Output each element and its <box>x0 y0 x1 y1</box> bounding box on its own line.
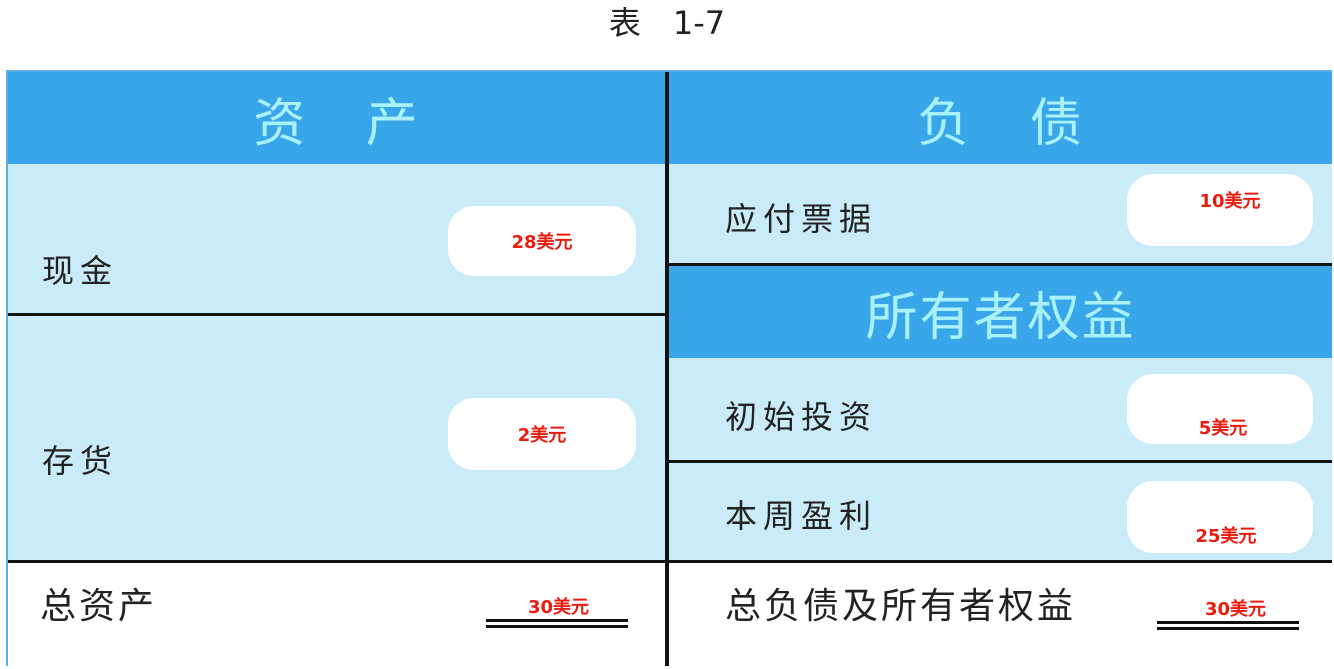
weekly-profit-amount: 25美元 <box>1195 526 1257 547</box>
notes-payable-amount-pill: 10美元 <box>1127 174 1313 246</box>
equity-header-cell: 所有者权益 <box>669 266 1332 358</box>
total-liabilities-equity-double-underline <box>1157 621 1299 630</box>
balance-sheet-figure: 表 1-7 资 产 现金 28美元 存货 2美元 总资产 30美元 负 债 应付… <box>0 0 1334 669</box>
assets-header: 资 产 <box>253 93 420 154</box>
assets-total-row: 总资产 30美元 <box>8 563 665 666</box>
notes-payable-label: 应付票据 <box>725 200 878 238</box>
right-total-row: 总负债及所有者权益 30美元 <box>669 563 1332 666</box>
inventory-amount-pill: 2美元 <box>448 398 636 470</box>
initial-investment-label: 初始投资 <box>725 398 878 436</box>
total-assets-amount: 30美元 <box>528 597 590 618</box>
total-liabilities-equity-label: 总负债及所有者权益 <box>725 586 1077 627</box>
liabilities-header: 负 债 <box>917 93 1084 154</box>
initial-investment-amount-pill: 5美元 <box>1127 374 1313 444</box>
assets-row-inventory: 存货 2美元 <box>8 316 665 560</box>
total-assets-double-underline <box>486 619 628 628</box>
equity-header: 所有者权益 <box>865 287 1136 348</box>
table-caption: 表 1-7 <box>608 4 726 42</box>
assets-row-cash: 现金 28美元 <box>8 164 665 314</box>
assets-header-cell: 资 产 <box>8 72 665 164</box>
cash-amount: 28美元 <box>511 232 573 253</box>
weekly-profit-amount-pill: 25美元 <box>1127 481 1313 553</box>
liabilities-header-cell: 负 债 <box>669 72 1332 164</box>
initial-investment-amount: 5美元 <box>1198 418 1248 439</box>
total-liabilities-equity-amount: 30美元 <box>1205 599 1267 620</box>
inventory-amount: 2美元 <box>517 425 567 446</box>
weekly-profit-label: 本周盈利 <box>725 497 878 535</box>
balance-sheet-table: 资 产 现金 28美元 存货 2美元 总资产 30美元 负 债 应付票据 10美… <box>6 70 1332 666</box>
total-assets-label: 总资产 <box>40 586 158 627</box>
cash-label: 现金 <box>42 252 119 290</box>
cash-amount-pill: 28美元 <box>448 206 636 276</box>
notes-payable-amount: 10美元 <box>1199 191 1261 212</box>
inventory-label: 存货 <box>42 442 119 480</box>
equity-row-weekly-profit: 本周盈利 25美元 <box>669 463 1332 560</box>
equity-row-initial-investment: 初始投资 5美元 <box>669 358 1332 460</box>
liabilities-row-notes-payable: 应付票据 10美元 <box>669 164 1332 264</box>
